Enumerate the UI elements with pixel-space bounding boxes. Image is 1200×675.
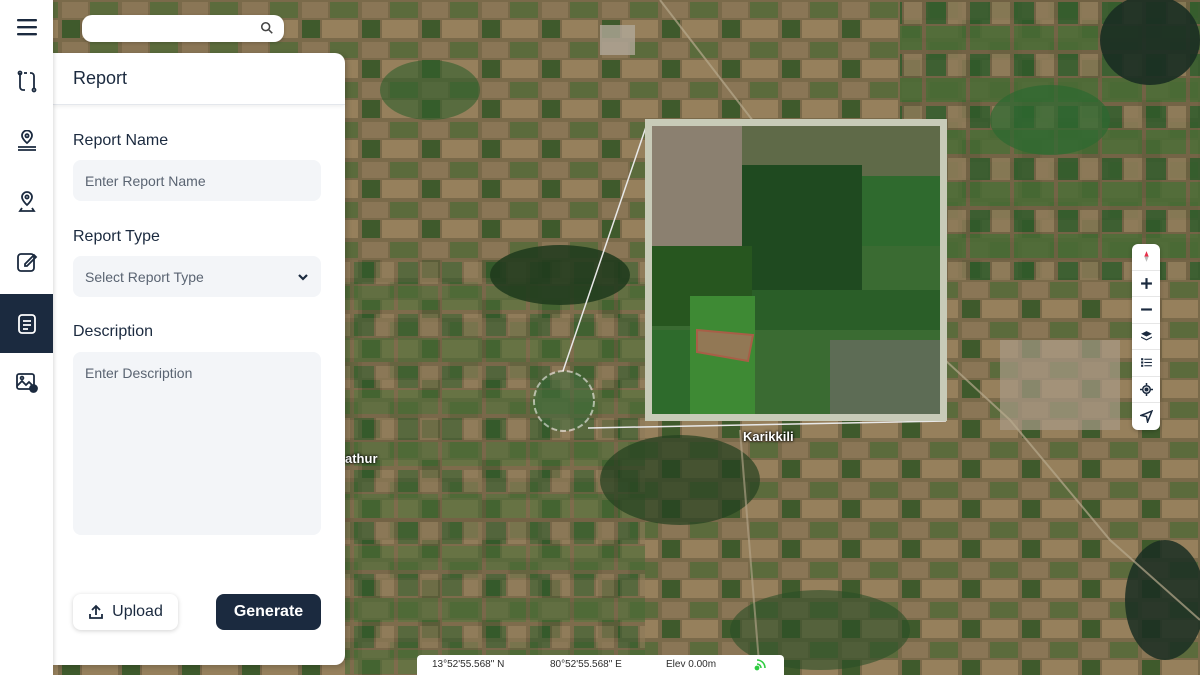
- locate-button[interactable]: [1132, 377, 1160, 403]
- navigate-button[interactable]: [1132, 403, 1160, 430]
- report-name-label: Report Name: [73, 132, 169, 149]
- location-button[interactable]: [0, 113, 53, 171]
- layers-icon: [1140, 330, 1152, 341]
- menu-button[interactable]: [0, 0, 53, 53]
- search-input[interactable]: [82, 15, 252, 42]
- location-pin-icon: [17, 130, 36, 151]
- locate-icon: [1139, 382, 1153, 396]
- route-pin-icon: [17, 191, 36, 212]
- upload-label: Upload: [112, 603, 163, 620]
- chevron-down-icon: [298, 273, 308, 281]
- report-name-input[interactable]: [73, 160, 321, 201]
- report-icon: [17, 313, 36, 334]
- elevation-readout: Elev 0.00m: [666, 659, 717, 670]
- report-type-label: Report Type: [73, 228, 160, 245]
- legend-icon: [1140, 358, 1152, 368]
- menu-icon: [16, 18, 37, 35]
- panel-header: Report: [53, 53, 345, 105]
- edit-icon: [16, 253, 37, 272]
- coordinates-status-bar: 13°52'55.568" N 80°52'55.568" E Elev 0.0…: [417, 655, 784, 675]
- zoom-in-button[interactable]: [1132, 271, 1160, 297]
- panel-title: Report: [73, 68, 128, 88]
- upload-icon: [89, 604, 104, 619]
- legend-button[interactable]: [1132, 350, 1160, 377]
- route-pin-button[interactable]: [0, 173, 53, 231]
- search-bar: [82, 15, 284, 42]
- description-textarea[interactable]: [73, 352, 321, 535]
- report-type-value: Select Report Type: [85, 268, 204, 285]
- report-panel: Report Report Name Report Type Select Re…: [53, 53, 345, 665]
- zoom-out-icon: [1140, 308, 1152, 311]
- map-controls: [1132, 244, 1160, 430]
- route-button[interactable]: [0, 53, 53, 111]
- edit-button[interactable]: [0, 233, 53, 291]
- place-label-athur: athur: [345, 451, 378, 466]
- navigate-icon: [1139, 409, 1153, 423]
- latitude-readout: 13°52'55.568" N: [432, 659, 505, 670]
- gps-signal-icon: [754, 659, 766, 671]
- place-label-karikkili: Karikkili: [743, 429, 794, 444]
- layers-button[interactable]: [1132, 324, 1160, 350]
- image-settings-button[interactable]: [0, 353, 53, 411]
- report-button[interactable]: [0, 294, 53, 353]
- report-type-select[interactable]: Select Report Type: [73, 256, 321, 297]
- route-icon: [17, 70, 36, 93]
- longitude-readout: 80°52'55.568" E: [550, 659, 622, 670]
- image-settings-icon: [15, 373, 38, 393]
- zoom-out-button[interactable]: [1132, 297, 1160, 324]
- zoom-in-icon: [1140, 277, 1152, 289]
- description-label: Description: [73, 323, 154, 340]
- upload-button[interactable]: Upload: [73, 594, 178, 630]
- search-icon[interactable]: [260, 21, 274, 35]
- compass-button[interactable]: [1132, 244, 1160, 271]
- compass-icon: [1143, 251, 1149, 263]
- generate-button[interactable]: Generate: [216, 594, 321, 630]
- left-nav-rail: [0, 0, 53, 675]
